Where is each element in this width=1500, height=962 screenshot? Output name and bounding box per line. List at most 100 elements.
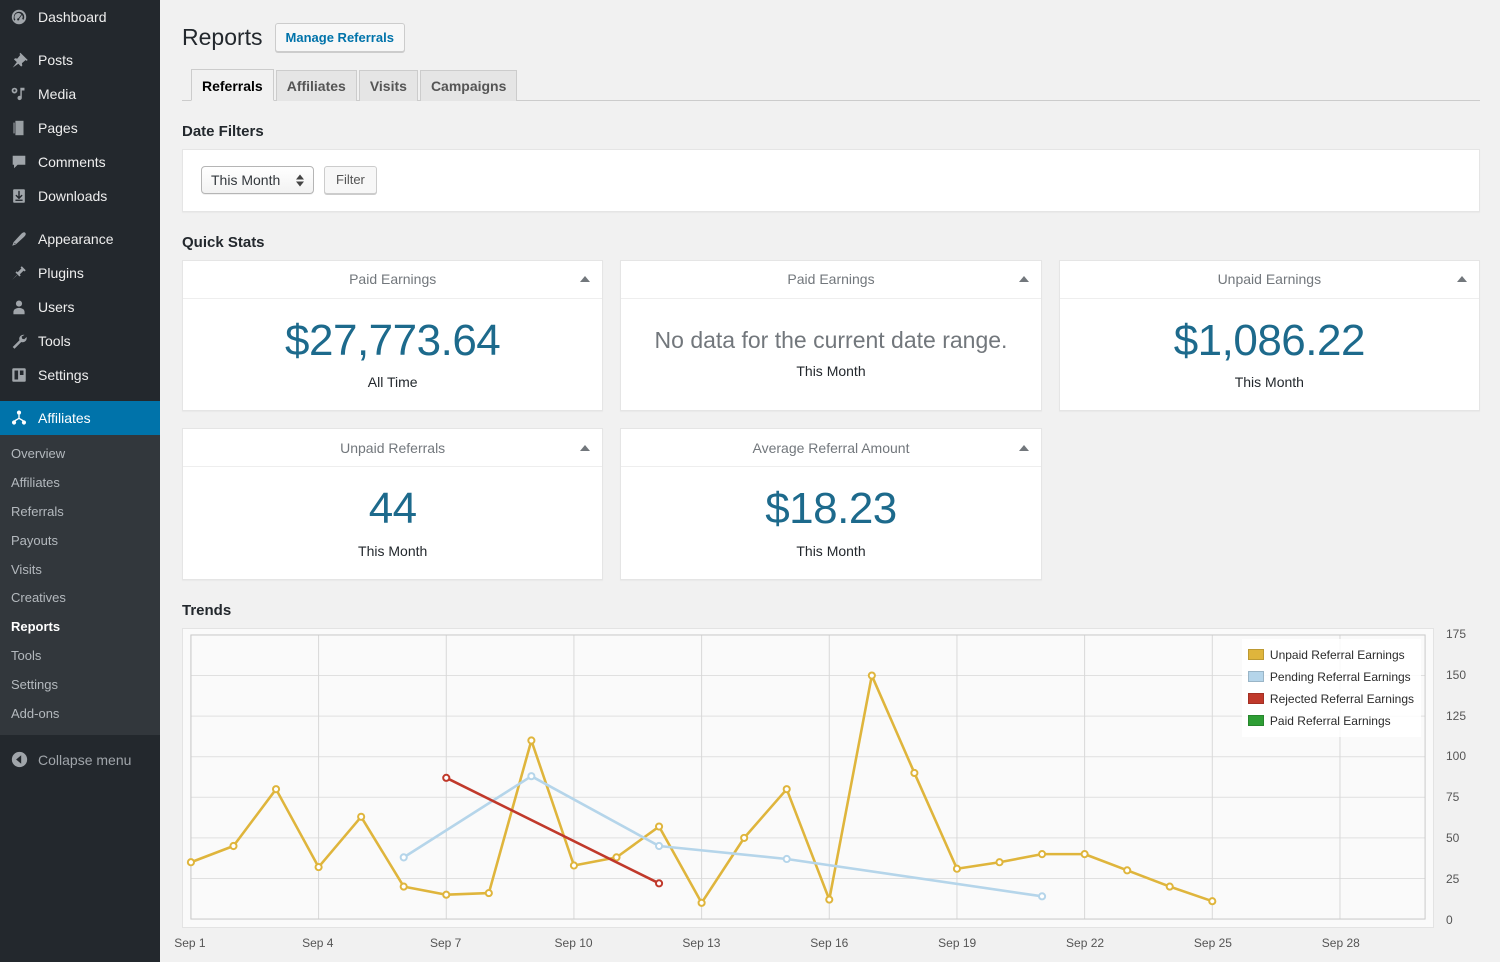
chart-data-point[interactable] <box>399 882 408 891</box>
sidebar-item-media[interactable]: Media <box>0 77 160 111</box>
sidebar-item-label: Users <box>38 299 75 315</box>
tab-campaigns[interactable]: Campaigns <box>419 69 518 101</box>
chart-data-point[interactable] <box>1038 849 1047 859</box>
sidebar-item-label: Settings <box>38 367 89 383</box>
chart-data-point[interactable] <box>697 898 706 907</box>
sidebar-item-dashboard[interactable]: Dashboard <box>0 0 160 34</box>
chart-data-point[interactable] <box>442 773 451 782</box>
user-icon <box>9 297 29 317</box>
legend-label: Rejected Referral Earnings <box>1269 691 1414 706</box>
toggle-up-arrow-icon[interactable] <box>1018 444 1029 451</box>
x-axis-tick-label: Sep 13 <box>682 935 721 950</box>
chart-data-point[interactable] <box>357 812 366 821</box>
chart-data-point[interactable] <box>1165 882 1174 891</box>
sidebar-item-plugins[interactable]: Plugins <box>0 256 160 290</box>
collapse-menu-button[interactable]: Collapse menu <box>0 743 160 777</box>
toggle-up-arrow-icon[interactable] <box>580 276 591 283</box>
chart-data-point[interactable] <box>527 736 536 745</box>
chart-data-point[interactable] <box>484 888 493 898</box>
sidebar-subitem-tools[interactable]: Tools <box>0 642 160 671</box>
stat-card: Paid Earnings No data for the current dat… <box>620 259 1042 412</box>
sidebar-item-appearance[interactable]: Appearance <box>0 222 160 256</box>
chart-gridlines <box>190 634 1426 920</box>
stat-card-title: Unpaid Referrals <box>340 439 446 456</box>
manage-referrals-button[interactable]: Manage Referrals <box>274 22 405 53</box>
chart-data-point[interactable] <box>654 822 664 831</box>
sidebar-item-downloads[interactable]: Downloads <box>0 179 160 213</box>
sidebar-subitem-overview[interactable]: Overview <box>0 440 160 469</box>
sidebar-subitem-creatives[interactable]: Creatives <box>0 584 160 613</box>
sidebar-item-posts[interactable]: Posts <box>0 43 160 77</box>
stat-card-title: Average Referral Amount <box>752 439 910 456</box>
sidebar-subitem-reports[interactable]: Reports <box>0 613 160 642</box>
sidebar-item-tools[interactable]: Tools <box>0 324 160 358</box>
wrench-icon <box>9 331 29 351</box>
tab-affiliates[interactable]: Affiliates <box>275 69 357 101</box>
sidebar-item-label: Appearance <box>38 231 114 247</box>
filter-button[interactable]: Filter <box>324 166 377 195</box>
chart-data-point[interactable] <box>782 785 791 794</box>
chart-data-point[interactable] <box>569 861 578 870</box>
chart-data-point[interactable] <box>867 671 876 680</box>
y-axis-tick-label: 175 <box>1446 626 1467 641</box>
chart-data-point[interactable] <box>442 890 451 899</box>
chart-data-point[interactable] <box>271 785 281 794</box>
chart-data-point[interactable] <box>910 768 919 777</box>
sidebar-subitem-settings[interactable]: Settings <box>0 671 160 700</box>
chart-data-point[interactable] <box>399 853 408 862</box>
chart-data-point[interactable] <box>1080 849 1089 859</box>
admin-sidebar: Dashboard Posts Media Pages Comments Download… <box>0 0 160 962</box>
chart-data-point[interactable] <box>1208 897 1217 906</box>
tab-referrals[interactable]: Referrals <box>191 68 274 101</box>
sidebar-item-settings[interactable]: Settings <box>0 358 160 392</box>
chart-data-point[interactable] <box>952 864 962 873</box>
quick-stats-row-2: Unpaid Referrals 44 This Month Average Refe… <box>182 428 1480 580</box>
legend-label: Paid Referral Earnings <box>1269 713 1391 728</box>
y-axis-tick-label: 0 <box>1446 912 1453 927</box>
chart-data-point[interactable] <box>782 854 791 863</box>
main-content: Reports Manage Referrals Referrals Affili… <box>160 0 1500 962</box>
dashboard-icon <box>9 7 29 27</box>
legend-label: Pending Referral Earnings <box>1269 669 1411 684</box>
chart-data-point[interactable] <box>314 862 323 872</box>
chart-data-point[interactable] <box>1123 866 1132 875</box>
date-range-select[interactable]: This Month <box>201 166 314 195</box>
chart-data-point[interactable] <box>740 833 749 842</box>
sidebar-item-pages[interactable]: Pages <box>0 111 160 145</box>
sidebar-subitem-payouts[interactable]: Payouts <box>0 527 160 556</box>
sidebar-subitem-affiliates[interactable]: Affiliates <box>0 469 160 498</box>
sidebar-item-affiliates[interactable]: Affiliates <box>0 401 160 435</box>
chart-data-point[interactable] <box>527 772 536 781</box>
chart-data-point[interactable] <box>995 858 1004 867</box>
sidebar-subitem-referrals[interactable]: Referrals <box>0 498 160 527</box>
trends-title: Trends <box>182 601 232 619</box>
legend-color-swatch <box>1247 671 1264 683</box>
stat-card: Unpaid Earnings $1,086.22 This Month <box>1058 259 1480 412</box>
stat-card-subtitle: All Time <box>367 374 418 391</box>
stat-card-subtitle: This Month <box>796 363 866 380</box>
legend-item[interactable]: Pending Referral Earnings <box>1247 666 1414 688</box>
tab-visits[interactable]: Visits <box>358 69 418 101</box>
legend-item[interactable]: Paid Referral Earnings <box>1247 710 1414 732</box>
chart-data-point[interactable] <box>825 895 834 904</box>
chart-data-point[interactable] <box>229 841 238 850</box>
chart-data-point[interactable] <box>1038 892 1047 901</box>
toggle-up-arrow-icon[interactable] <box>1457 276 1467 283</box>
chart-data-point[interactable] <box>654 879 664 888</box>
sidebar-item-label: Posts <box>38 52 74 68</box>
toggle-up-arrow-icon[interactable] <box>1018 276 1029 283</box>
sidebar-subitem-add-ons[interactable]: Add-ons <box>0 700 160 729</box>
sidebar-item-users[interactable]: Users <box>0 290 160 324</box>
sidebar-subitem-visits[interactable]: Visits <box>0 556 160 585</box>
date-filter-panel: This Month Filter <box>182 148 1480 212</box>
legend-item[interactable]: Unpaid Referral Earnings <box>1247 644 1414 666</box>
chart-data-point[interactable] <box>654 841 664 850</box>
collapse-arrow-icon <box>9 750 29 770</box>
legend-item[interactable]: Rejected Referral Earnings <box>1247 688 1414 710</box>
x-axis-tick-label: Sep 4 <box>302 935 334 950</box>
page-title: Reports <box>182 24 263 50</box>
chart-data-point[interactable] <box>186 858 195 867</box>
sidebar-item-comments[interactable]: Comments <box>0 145 160 179</box>
toggle-up-arrow-icon[interactable] <box>580 444 591 451</box>
chart-data-point[interactable] <box>612 853 621 862</box>
